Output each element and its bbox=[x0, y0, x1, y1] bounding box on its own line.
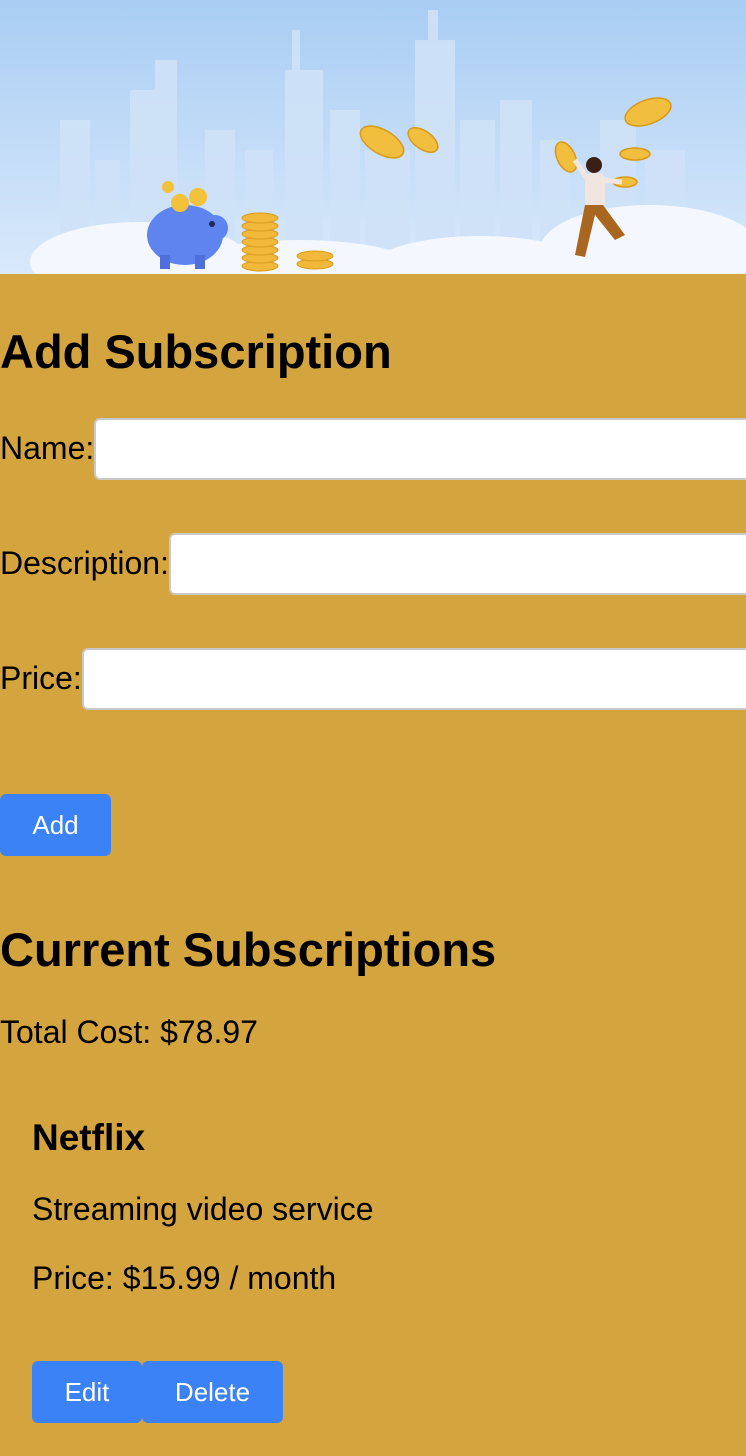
name-input[interactable] bbox=[94, 418, 746, 480]
add-button[interactable]: Add bbox=[0, 794, 111, 856]
subscription-price: Price: $15.99 / month bbox=[32, 1260, 337, 1296]
subscription-name: Netflix bbox=[32, 1117, 146, 1158]
banner-illustration bbox=[0, 0, 746, 274]
total-cost: Total Cost: $78.97 bbox=[0, 1014, 258, 1050]
delete-button[interactable]: Delete bbox=[142, 1361, 283, 1423]
price-label: Price: bbox=[0, 660, 82, 696]
current-subscriptions-heading: Current Subscriptions bbox=[0, 923, 497, 976]
price-input[interactable] bbox=[82, 648, 746, 710]
description-input[interactable] bbox=[169, 533, 746, 595]
add-subscription-heading: Add Subscription bbox=[0, 325, 392, 378]
edit-button[interactable]: Edit bbox=[32, 1361, 142, 1423]
description-label: Description: bbox=[0, 545, 169, 581]
subscription-description: Streaming video service bbox=[32, 1191, 374, 1227]
name-label: Name: bbox=[0, 430, 95, 466]
